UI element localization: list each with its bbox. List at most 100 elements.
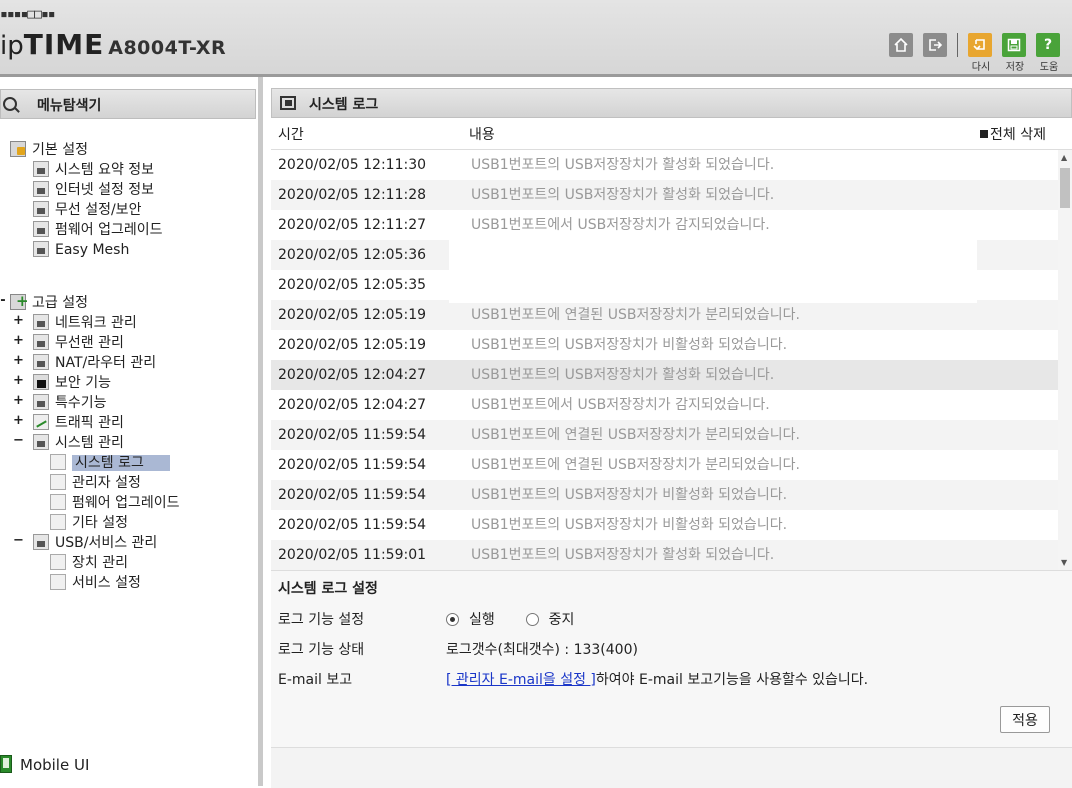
log-status-label: 로그 기능 상태	[278, 642, 365, 658]
tree-usb-service[interactable]: USB/서비스 관리	[33, 533, 157, 553]
folder-icon	[10, 141, 26, 157]
log-row: 2020/02/05 11:59:54 USB1번포트에 연결된 USB저장장치가…	[271, 420, 1058, 450]
mesh-icon	[33, 241, 49, 257]
save-button[interactable]	[1002, 33, 1026, 57]
radio-run[interactable]	[446, 613, 459, 626]
admin-email-link[interactable]: [ 관리자 E-mail을 설정 ]	[446, 672, 596, 688]
scroll-thumb[interactable]	[1060, 168, 1070, 208]
tree-firmware-upgrade-basic[interactable]: 펌웨어 업그레이드	[33, 220, 163, 240]
scroll-up-arrow-icon[interactable]: ▲	[1061, 153, 1067, 162]
log-message: USB1번포트의 USB저장장치가 활성화 되었습니다.	[471, 547, 775, 563]
expander-usb[interactable]: −	[13, 533, 24, 548]
log-row: 2020/02/05 12:05:19 USB1번포트에 연결된 USB저장장치가…	[271, 300, 1058, 330]
log-row: 2020/02/05 12:04:27 USB1번포트의 USB저장장치가 활성화…	[271, 360, 1058, 390]
log-time: 2020/02/05 12:05:35	[278, 277, 427, 293]
help-button[interactable]: ?	[1036, 33, 1060, 57]
log-message: USB1번포트의 USB저장장치가 비활성화 되었습니다.	[471, 487, 788, 503]
log-message: USB1번포트의 USB저장장치가 활성화 되었습니다.	[471, 367, 775, 383]
log-time: 2020/02/05 12:04:27	[278, 397, 427, 413]
log-time: 2020/02/05 12:11:28	[278, 187, 427, 203]
radio-stop[interactable]	[525, 613, 539, 626]
special-icon	[33, 394, 49, 410]
bar-chart-icon	[33, 161, 49, 177]
logout-button[interactable]	[923, 33, 947, 57]
blank-overlay	[449, 237, 977, 303]
expander-traffic[interactable]: +	[13, 413, 24, 428]
col-content: 내용	[469, 127, 495, 143]
expander-security[interactable]: +	[13, 373, 24, 388]
tree-wireless-security[interactable]: 무선 설정/보안	[33, 200, 141, 220]
expander-system[interactable]: −	[13, 433, 24, 448]
log-window-icon	[280, 96, 296, 110]
delete-all-button[interactable]: 전체 삭제	[980, 124, 1046, 144]
save-icon	[1007, 38, 1021, 52]
save-label: 저장	[1005, 62, 1025, 73]
log-scrollbar[interactable]: ▲ ▼	[1058, 150, 1072, 570]
log-row: 2020/02/05 12:04:27 USB1번포트에서 USB저장장치가 감지…	[271, 390, 1058, 420]
log-message: USB1번포트의 USB저장장치가 활성화 되었습니다.	[471, 187, 775, 203]
page-title: 시스템 로그	[309, 97, 379, 113]
tree-basic-settings[interactable]: 기본 설정	[10, 140, 88, 160]
tree-traffic[interactable]: 트래픽 관리	[33, 413, 124, 433]
tree-nat-router[interactable]: NAT/라우터 관리	[33, 353, 156, 373]
sidebar: 메뉴탐색기 기본 설정 시스템 요약 정보 인터넷 설정 정보 무선 설정/보안…	[0, 77, 263, 786]
network-icon	[33, 314, 49, 330]
tree-admin-settings[interactable]: 관리자 설정	[50, 473, 141, 493]
email-report-label: E-mail 보고	[278, 672, 353, 688]
log-time: 2020/02/05 12:05:36	[278, 247, 427, 263]
expander-network[interactable]: +	[13, 313, 24, 328]
email-suffix: 하여야 E-mail 보고기능을 사용할수 있습니다.	[595, 672, 869, 688]
tree-device-manage[interactable]: 장치 관리	[50, 553, 128, 573]
log-time: 2020/02/05 11:59:54	[278, 457, 427, 473]
log-time: 2020/02/05 11:59:54	[278, 487, 427, 503]
log-row: 2020/02/05 12:11:30 USB1번포트의 USB저장장치가 활성화…	[271, 150, 1058, 180]
log-message: USB1번포트에 연결된 USB저장장치가 분리되었습니다.	[471, 457, 800, 473]
main-panel: 시스템 로그 시간 내용 전체 삭제 2020/02/05 12:11:30 US…	[271, 85, 1072, 788]
log-row: 2020/02/05 11:59:54 USB1번포트의 USB저장장치가 비활성…	[271, 510, 1058, 540]
log-row: 2020/02/05 11:59:01 USB1번포트의 USB저장장치가 활성화…	[271, 540, 1058, 570]
redo-icon	[973, 39, 985, 51]
radio-stop-label[interactable]: 중지	[549, 612, 575, 628]
log-status-value: 로그갯수(최대갯수) : 133(400)	[446, 642, 638, 658]
tree-security[interactable]: 보안 기능	[33, 373, 111, 393]
log-function-label: 로그 기능 설정	[278, 612, 365, 628]
tree-advanced-settings[interactable]: 고급 설정	[10, 291, 88, 313]
log-message: USB1번포트에서 USB저장장치가 감지되었습니다.	[471, 397, 770, 413]
log-message: USB1번포트에 연결된 USB저장장치가 분리되었습니다.	[471, 307, 800, 323]
page-icon	[50, 494, 66, 510]
mobile-ui-link[interactable]: Mobile UI	[0, 755, 89, 774]
expander-nat[interactable]: +	[13, 353, 24, 368]
toolbar-separator	[957, 33, 958, 57]
tree-service-settings[interactable]: 서비스 설정	[50, 573, 141, 593]
redo-button[interactable]	[968, 33, 992, 57]
home-button[interactable]	[889, 33, 913, 57]
log-time: 2020/02/05 11:59:54	[278, 427, 427, 443]
tree-wireless-manage[interactable]: 무선랜 관리	[33, 333, 124, 353]
tree-easy-mesh[interactable]: Easy Mesh	[33, 240, 129, 260]
log-time: 2020/02/05 11:59:01	[278, 547, 427, 563]
radio-run-label[interactable]: 실행	[469, 612, 495, 628]
log-message: USB1번포트의 USB저장장치가 비활성화 되었습니다.	[471, 337, 788, 353]
page-icon	[50, 554, 66, 570]
tree-system-summary[interactable]: 시스템 요약 정보	[33, 160, 154, 180]
tree-other-settings[interactable]: 기타 설정	[50, 513, 128, 533]
expander-wireless[interactable]: +	[13, 333, 24, 348]
tree-internet-info[interactable]: 인터넷 설정 정보	[33, 180, 154, 200]
tree-system-manage[interactable]: 시스템 관리	[33, 433, 124, 453]
log-row: 2020/02/05 11:59:54 USB1번포트에 연결된 USB저장장치가…	[271, 450, 1058, 480]
expander-special[interactable]: +	[13, 393, 24, 408]
apply-button[interactable]: 적용	[1000, 706, 1050, 733]
tree-firmware-upgrade[interactable]: 펌웨어 업그레이드	[50, 493, 180, 513]
col-time: 시간	[278, 127, 304, 143]
tree-system-log[interactable]: 시스템 로그	[50, 453, 170, 473]
log-row: 2020/02/05 12:05:19 USB1번포트의 USB저장장치가 비활성…	[271, 330, 1058, 360]
tree-special[interactable]: 특수기능	[33, 393, 107, 413]
expander-advanced[interactable]: -	[0, 293, 8, 308]
model-name: A8004T-XR	[108, 37, 227, 59]
tree-network-manage[interactable]: 네트워크 관리	[33, 313, 137, 333]
scroll-down-arrow-icon[interactable]: ▼	[1061, 558, 1067, 567]
sidebar-title: 메뉴탐색기	[37, 98, 102, 114]
log-time: 2020/02/05 12:11:30	[278, 157, 427, 173]
log-time: 2020/02/05 12:05:19	[278, 307, 427, 323]
sidebar-header: 메뉴탐색기	[0, 89, 256, 119]
